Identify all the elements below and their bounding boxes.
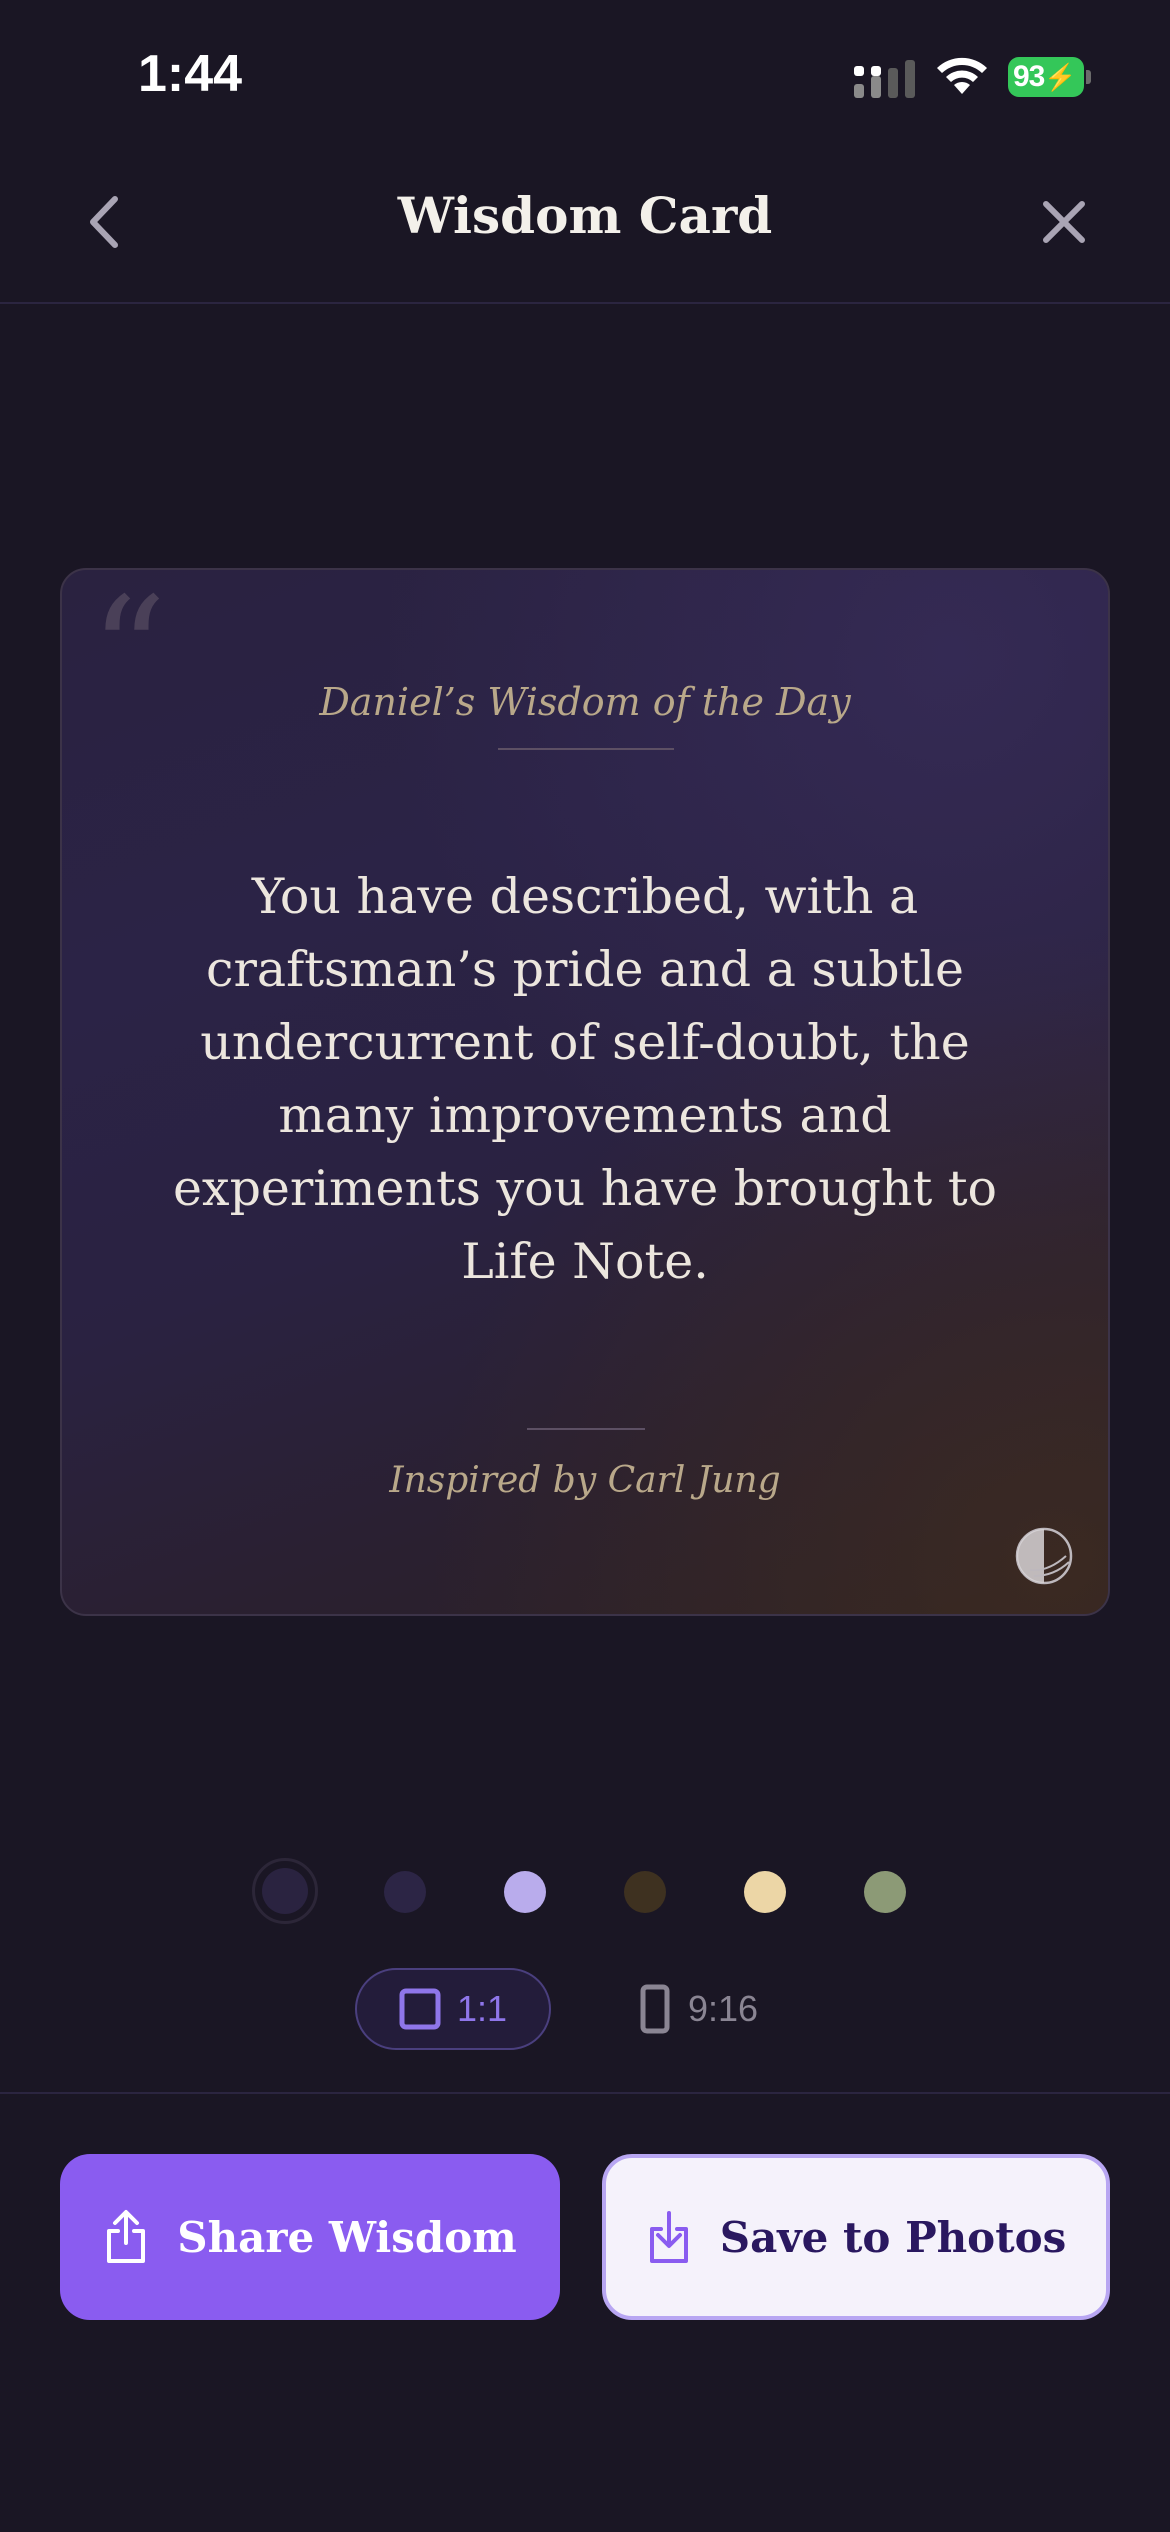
card-heading: Daniel’s Wisdom of the Day: [319, 680, 851, 724]
card-quote: You have described, with a craftsman’s p…: [172, 868, 998, 1290]
swatch-indigo[interactable]: [384, 1871, 426, 1913]
status-time: 1:44: [138, 45, 243, 103]
swatch-umber[interactable]: [624, 1871, 666, 1913]
save-to-photos-label: Save to Photos: [719, 2212, 1067, 2262]
aspect-1x1-label: 1:1: [456, 1988, 508, 2029]
save-to-photos-button[interactable]: Save to Photos: [602, 2154, 1110, 2320]
close-icon: [1043, 201, 1085, 243]
wifi-icon: [937, 57, 987, 94]
divider: [0, 2092, 1170, 2094]
aspect-1x1-button[interactable]: 1:1: [355, 1968, 551, 2050]
battery-charging-icon: 93⚡: [1008, 57, 1084, 97]
square-icon: [399, 1988, 441, 2030]
page-title: Wisdom Card: [397, 186, 773, 245]
swatch-cream[interactable]: [744, 1871, 786, 1913]
swatch-midnight[interactable]: [252, 1858, 318, 1924]
header: Wisdom Card: [0, 150, 1170, 304]
status-bar: 1:44 93⚡: [0, 0, 1170, 150]
share-wisdom-label: Share Wisdom: [177, 2212, 517, 2262]
battery-percent: 93: [1013, 60, 1045, 93]
card-attribution: Inspired by Carl Jung: [389, 1460, 781, 1501]
share-wisdom-button[interactable]: Share Wisdom: [60, 2154, 560, 2320]
heading-divider: [498, 748, 674, 750]
aspect-9x16-label: 9:16: [688, 1988, 759, 2029]
aspect-9x16-button[interactable]: 9:16: [640, 1968, 790, 2050]
swatch-sage[interactable]: [864, 1871, 906, 1913]
share-icon: [107, 2210, 146, 2263]
signal-icon: [854, 60, 915, 98]
battery-indicator: 93⚡: [1008, 57, 1092, 97]
close-button[interactable]: [1036, 194, 1092, 250]
portrait-rectangle-icon: [640, 1984, 670, 2034]
life-note-logo-icon: [1015, 1527, 1073, 1585]
attribution-divider: [527, 1428, 645, 1430]
wisdom-card: “ Daniel’s Wisdom of the Day You have de…: [60, 568, 1110, 1616]
download-icon: [649, 2211, 688, 2263]
color-picker: [0, 1858, 1170, 1924]
swatch-lavender[interactable]: [504, 1871, 546, 1913]
